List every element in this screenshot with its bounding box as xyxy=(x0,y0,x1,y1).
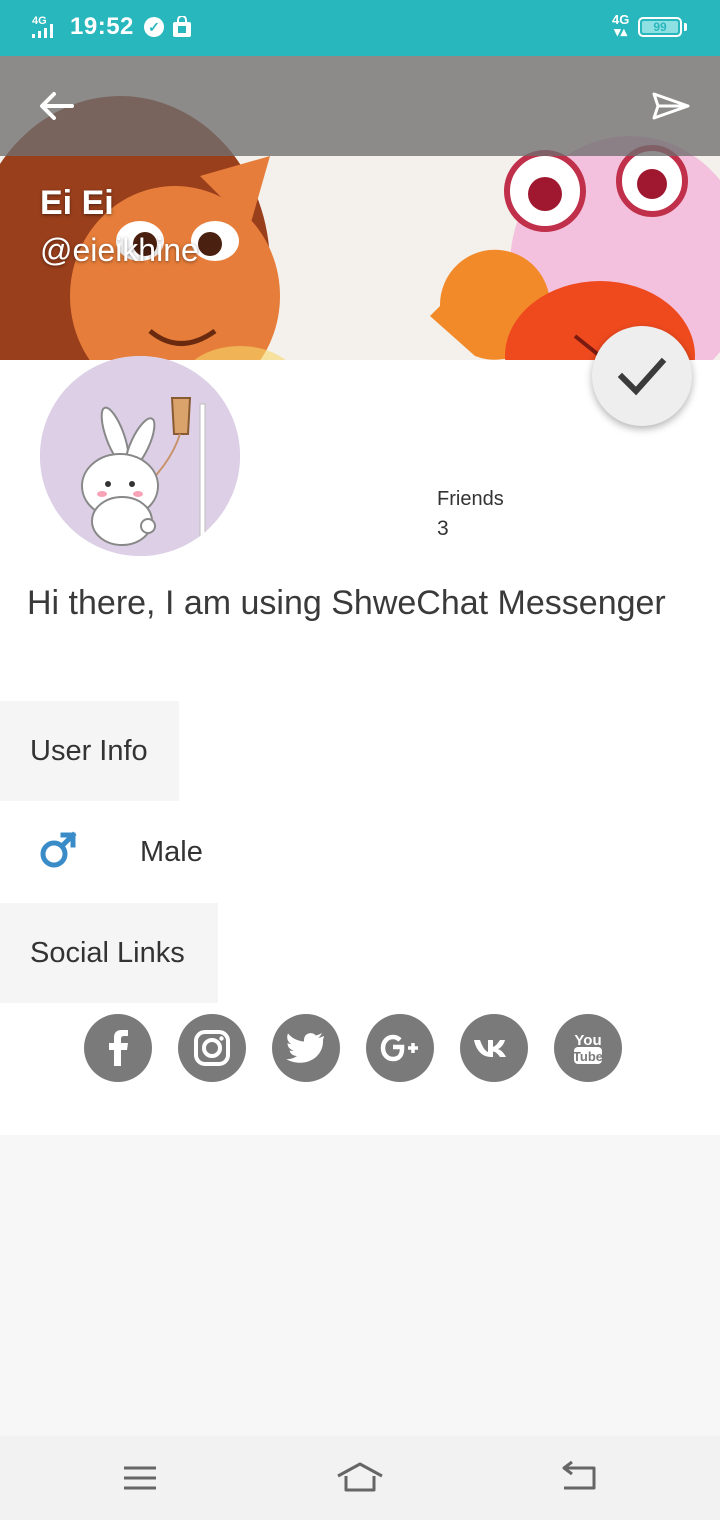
avatar[interactable] xyxy=(40,356,240,556)
google-plus-button[interactable] xyxy=(366,1014,434,1082)
check-icon xyxy=(617,357,667,396)
toolbar xyxy=(0,56,720,156)
friends-count[interactable]: 3 xyxy=(437,517,449,541)
instagram-icon xyxy=(194,1030,230,1066)
battery-icon: 99 xyxy=(638,17,682,37)
svg-text:4G: 4G xyxy=(32,15,47,27)
menu-icon[interactable] xyxy=(110,1450,170,1506)
social-links-header: Social Links xyxy=(0,903,218,1003)
battery-tip xyxy=(684,23,687,31)
svg-text:Tube: Tube xyxy=(573,1049,603,1064)
twitter-icon xyxy=(286,1033,324,1063)
facebook-icon xyxy=(109,1030,128,1066)
twitter-button[interactable] xyxy=(272,1014,340,1082)
home-icon[interactable] xyxy=(330,1450,390,1506)
profile-bio: Hi there, I am using ShweChat Messenger xyxy=(27,584,666,622)
back-arrow-icon[interactable] xyxy=(34,86,78,130)
youtube-icon: You Tube xyxy=(573,1032,603,1064)
signal-icon: 4G xyxy=(32,15,53,38)
vk-icon xyxy=(474,1040,506,1057)
facebook-button[interactable] xyxy=(84,1014,152,1082)
gender-value: Male xyxy=(140,836,203,868)
svg-text:You: You xyxy=(574,1032,601,1049)
profile-name: Ei Ei xyxy=(40,184,114,222)
youtube-button[interactable]: You Tube xyxy=(554,1014,622,1082)
back-icon[interactable] xyxy=(550,1450,610,1506)
friends-label: Friends xyxy=(437,488,504,510)
check-button[interactable] xyxy=(592,326,692,426)
notification-icon: ✓ xyxy=(144,17,164,37)
status-time: 19:52 xyxy=(70,13,134,40)
google-plus-icon xyxy=(380,1034,418,1062)
profile-handle: @eieikhine xyxy=(40,232,199,268)
store-notification-icon xyxy=(173,16,191,37)
send-icon[interactable] xyxy=(648,86,692,130)
status-bar: 4G 19:52 ✓ 4G ▾▴ 99 xyxy=(0,0,720,56)
instagram-button[interactable] xyxy=(178,1014,246,1082)
bunny-avatar-image xyxy=(40,356,240,556)
user-info-header: User Info xyxy=(0,701,179,801)
network-type: 4G ▾▴ xyxy=(612,12,630,39)
male-gender-icon xyxy=(40,831,77,868)
battery-level: 99 xyxy=(642,21,678,33)
vk-button[interactable] xyxy=(460,1014,528,1082)
